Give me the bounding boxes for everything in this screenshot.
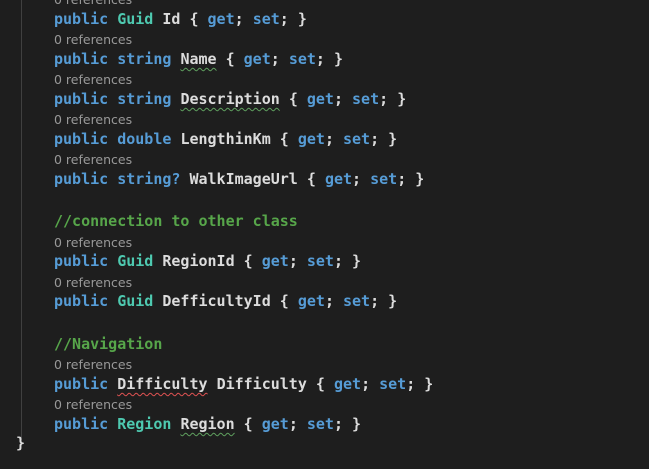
code-line-description: public string Description { get; set; } — [54, 90, 407, 108]
codelens-references[interactable]: 0 references — [54, 397, 132, 412]
codelens-references[interactable]: 0 references — [54, 235, 132, 250]
code-line-id: public Guid Id { get; set; } — [54, 10, 307, 28]
codelens-references[interactable]: 0 references — [54, 275, 132, 290]
codelens-references[interactable]: 0 references — [54, 357, 132, 372]
indent-guide — [21, 0, 22, 440]
class-closing-brace: } — [16, 434, 26, 452]
code-line-difficulty-id: public Guid DefficultyId { get; set; } — [54, 292, 398, 310]
code-line-walk-image-url: public string? WalkImageUrl { get; set; … — [54, 170, 425, 188]
code-line-region-id: public Guid RegionId { get; set; } — [54, 252, 362, 270]
codelens-references[interactable]: 0 references — [54, 112, 132, 127]
code-line-difficulty: public Difficulty Difficulty { get; set;… — [54, 375, 434, 393]
codelens-references[interactable]: 0 references — [54, 72, 132, 87]
comment-navigation: //Navigation — [54, 335, 163, 353]
code-line-length: public double LengthinKm { get; set; } — [54, 130, 398, 148]
comment-connection: //connection to other class — [54, 212, 298, 230]
codelens-references[interactable]: 0 references — [54, 0, 132, 7]
codelens-references[interactable]: 0 references — [54, 152, 132, 167]
code-line-region: public Region Region { get; set; } — [54, 415, 362, 433]
code-editor[interactable]: 0 references public Guid Id { get; set; … — [0, 0, 649, 469]
code-line-name: public string Name { get; set; } — [54, 50, 343, 68]
codelens-references[interactable]: 0 references — [54, 32, 132, 47]
